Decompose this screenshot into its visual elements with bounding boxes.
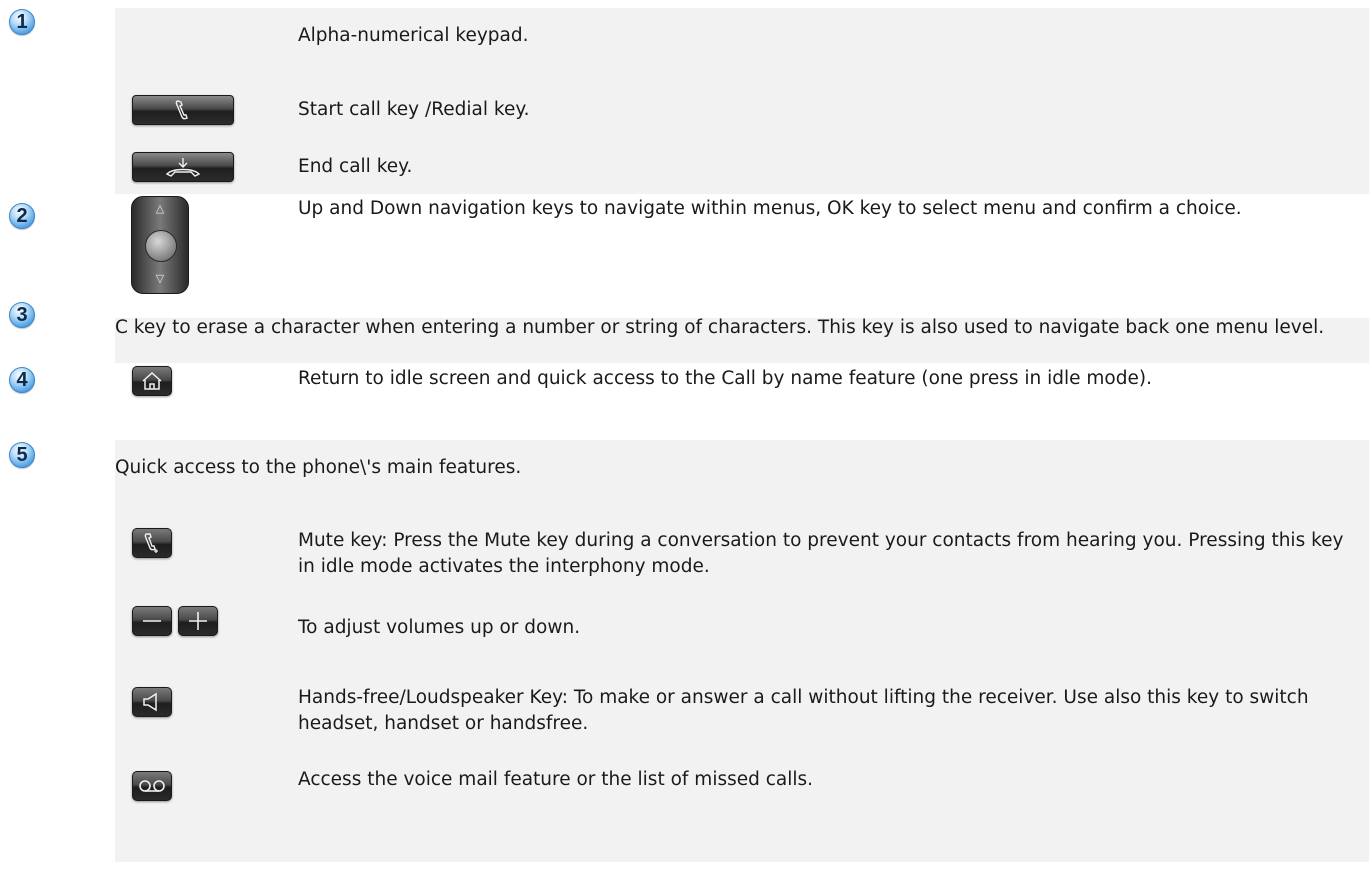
speaker-icon xyxy=(143,692,157,712)
home-icon xyxy=(142,371,162,390)
mute-description: Mute key: Press the Mute key during a co… xyxy=(298,530,1344,577)
home-description: Return to idle screen and quick access t… xyxy=(298,368,1152,389)
end-call-key xyxy=(132,152,234,182)
hang-up-icon xyxy=(165,158,201,177)
home-key xyxy=(132,366,172,396)
handset-icon xyxy=(175,100,188,120)
step-badge-4: 4 xyxy=(9,367,35,393)
volume-down-key xyxy=(132,606,172,636)
step-badge-5: 5 xyxy=(9,442,35,468)
c-key-description: C key to erase a character when entering… xyxy=(115,317,1325,338)
plus-icon xyxy=(189,612,207,630)
minus-icon xyxy=(143,620,161,622)
volume-up-key xyxy=(178,606,218,636)
navigator-icon: △ ▽ xyxy=(131,196,189,294)
mute-key xyxy=(132,528,172,558)
up-arrow-icon: △ xyxy=(155,202,165,215)
down-arrow-icon: ▽ xyxy=(155,272,165,285)
navigation-description: Up and Down navigation keys to navigate … xyxy=(298,198,1242,219)
voicemail-icon xyxy=(139,780,165,792)
quick-access-description: Quick access to the phone\'s main featur… xyxy=(115,457,522,478)
keypad-description: Alpha-numerical keypad. xyxy=(298,25,529,46)
start-call-description: Start call key /Redial key. xyxy=(298,99,530,120)
step-badge-3: 3 xyxy=(9,302,35,328)
step-badge-1: 1 xyxy=(9,9,35,35)
ok-key xyxy=(145,230,177,262)
section-navigation: △ ▽ Up and Down navigation keys to navig… xyxy=(115,196,1369,312)
step-badge-2: 2 xyxy=(9,203,35,229)
handsfree-key xyxy=(132,687,172,717)
start-call-key xyxy=(132,95,234,125)
mute-icon xyxy=(144,533,158,553)
section-c-key: C key to erase a character when entering… xyxy=(115,317,1369,363)
handsfree-description: Hands-free/Loudspeaker Key: To make or a… xyxy=(298,687,1309,734)
voicemail-description: Access the voice mail feature or the lis… xyxy=(298,769,814,790)
voicemail-key xyxy=(132,771,172,801)
section-home: Return to idle screen and quick access t… xyxy=(115,366,1369,436)
section-features: Quick access to the phone\'s main featur… xyxy=(115,440,1369,862)
section-keypad: Alpha-numerical keypad. Start call key /… xyxy=(115,8,1369,194)
volume-description: To adjust volumes up or down. xyxy=(298,617,581,638)
end-call-description: End call key. xyxy=(298,156,413,177)
